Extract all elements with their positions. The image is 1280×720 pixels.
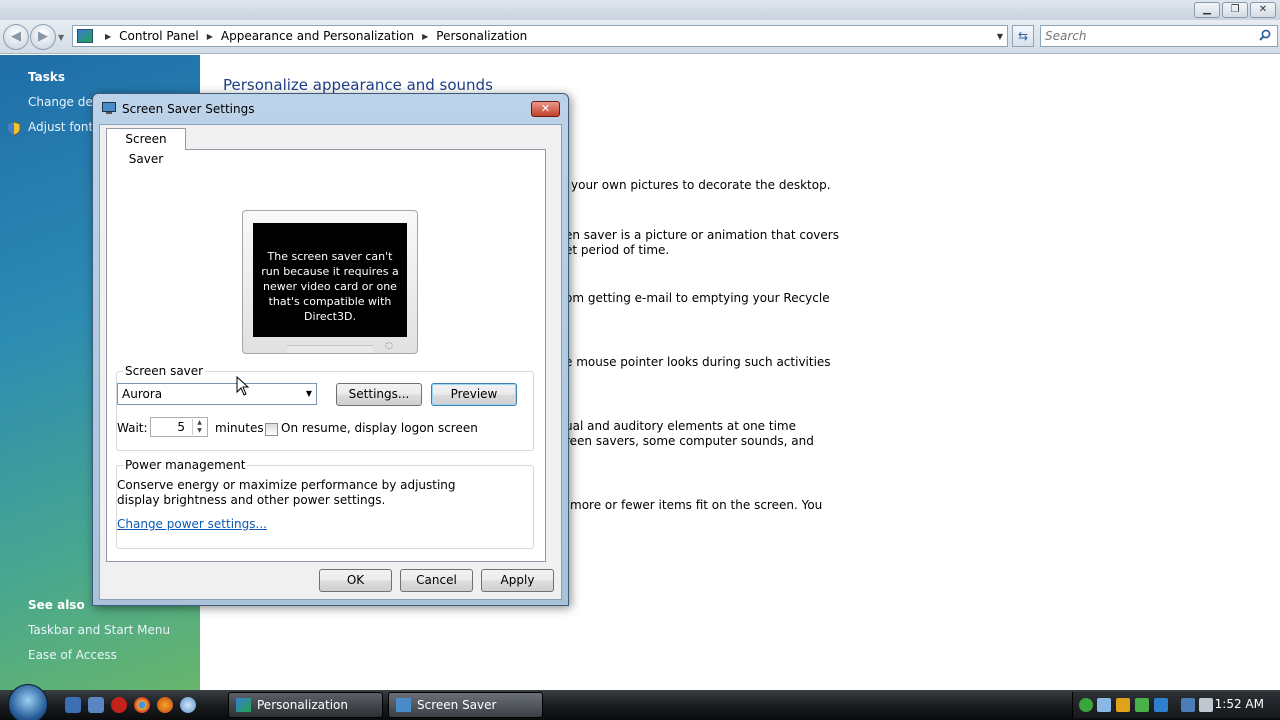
tab-screen-saver[interactable]: Screen Saver bbox=[106, 128, 186, 166]
display-icon bbox=[102, 102, 116, 114]
tray-app-icon[interactable] bbox=[1135, 698, 1149, 712]
dialog-close-button[interactable]: ✕ bbox=[531, 101, 560, 117]
settings-button[interactable]: Settings... bbox=[336, 383, 422, 406]
taskbar-item-label: Screen Saver Settings bbox=[417, 698, 497, 712]
description-line: your own pictures to decorate the deskto… bbox=[571, 178, 831, 192]
start-button[interactable] bbox=[8, 684, 48, 720]
power-icon: ◌ bbox=[385, 341, 393, 351]
description-line: more or fewer items fit on the screen. Y… bbox=[570, 498, 823, 512]
see-also-taskbar-link[interactable]: Taskbar and Start Menu bbox=[28, 623, 170, 637]
monitor-preview: The screen saver can't run because it re… bbox=[242, 210, 418, 354]
clock[interactable]: 1:52 AM bbox=[1215, 697, 1264, 711]
screen-saver-group-label: Screen saver bbox=[123, 364, 206, 378]
taskbar-item-personalization[interactable]: Personalization bbox=[228, 692, 383, 718]
monitor-stand bbox=[287, 345, 373, 353]
chevron-right-icon[interactable]: ▶ bbox=[105, 32, 111, 41]
show-desktop-icon[interactable] bbox=[65, 697, 81, 713]
preview-button[interactable]: Preview bbox=[431, 383, 517, 406]
display-icon bbox=[396, 698, 411, 712]
wait-value[interactable]: 5 bbox=[177, 420, 185, 434]
opera-icon[interactable] bbox=[111, 697, 127, 713]
search-icon[interactable] bbox=[1259, 29, 1271, 41]
breadcrumb-personalization[interactable]: Personalization bbox=[436, 29, 527, 43]
control-panel-icon bbox=[236, 698, 251, 712]
search-box[interactable] bbox=[1040, 25, 1278, 47]
wait-minutes-stepper[interactable]: 5 ▲ ▼ bbox=[150, 417, 208, 437]
notification-area: 1:52 AM bbox=[1072, 692, 1280, 718]
taskbar-item-screen-saver-settings[interactable]: Screen Saver Settings bbox=[388, 692, 543, 718]
power-group-label: Power management bbox=[123, 458, 248, 472]
switch-windows-icon[interactable] bbox=[88, 697, 104, 713]
spin-buttons[interactable]: ▲ ▼ bbox=[192, 419, 206, 435]
control-panel-icon bbox=[77, 29, 93, 43]
back-button[interactable]: ◀ bbox=[3, 24, 29, 50]
volume-icon[interactable] bbox=[1199, 698, 1213, 712]
description-line: e mouse pointer looks during such activi… bbox=[565, 355, 831, 369]
forward-button[interactable]: ▶ bbox=[30, 24, 56, 50]
navigation-bar: ◀ ▶ ▼ ▶ Control Panel ▶ Appearance and P… bbox=[0, 20, 1280, 54]
chevron-right-icon[interactable]: ▶ bbox=[422, 32, 428, 41]
restore-button[interactable]: ❐ bbox=[1222, 2, 1248, 18]
dialog-body: Screen Saver The screen saver can't run … bbox=[99, 124, 562, 600]
description-line: om getting e-mail to emptying your Recyc… bbox=[565, 291, 830, 305]
on-resume-label[interactable]: On resume, display logon screen bbox=[281, 421, 478, 435]
caption-buttons: ▁ ❐ ✕ bbox=[1194, 2, 1276, 18]
address-bar[interactable]: ▶ Control Panel ▶ Appearance and Persona… bbox=[72, 25, 1008, 47]
see-also-ease-of-access-link[interactable]: Ease of Access bbox=[28, 648, 117, 662]
selected-screen-saver: Aurora bbox=[122, 387, 163, 401]
preview-message: The screen saver can't run because it re… bbox=[253, 223, 407, 337]
wait-label: Wait: bbox=[117, 421, 148, 435]
breadcrumb-control-panel[interactable]: Control Panel bbox=[119, 29, 199, 43]
firefox-icon[interactable] bbox=[157, 697, 173, 713]
description-line: en saver is a picture or animation that … bbox=[565, 228, 839, 242]
chrome-icon[interactable] bbox=[134, 697, 150, 713]
taskbar: Personalization Screen Saver Settings 1:… bbox=[0, 684, 1280, 720]
minimize-button[interactable]: ▁ bbox=[1194, 2, 1220, 18]
change-power-settings-link[interactable]: Change power settings... bbox=[117, 517, 267, 531]
chevron-right-icon[interactable]: ▶ bbox=[207, 32, 213, 41]
screen-saver-dialog: Screen Saver Settings ✕ Screen Saver The… bbox=[92, 93, 569, 606]
see-also-heading: See also bbox=[28, 598, 85, 612]
address-dropdown-icon[interactable]: ▼ bbox=[997, 32, 1003, 41]
chevron-down-icon: ▼ bbox=[305, 389, 312, 398]
tab-panel: The screen saver can't run because it re… bbox=[106, 149, 546, 562]
shield-icon bbox=[7, 121, 21, 136]
mouse-cursor-icon bbox=[236, 376, 250, 396]
taskbar-item-label: Personalization bbox=[257, 698, 348, 712]
minutes-label: minutes bbox=[215, 421, 264, 435]
globe-icon[interactable] bbox=[180, 697, 196, 713]
tray-app-icon[interactable] bbox=[1154, 698, 1168, 712]
ok-button[interactable]: OK bbox=[319, 569, 392, 592]
window-titlebar: ▁ ❐ ✕ bbox=[0, 0, 1280, 20]
tray-app-icon[interactable] bbox=[1079, 698, 1093, 712]
screen-saver-select[interactable]: Aurora ▼ bbox=[117, 383, 317, 405]
refresh-button[interactable]: ⇆ bbox=[1012, 25, 1034, 47]
tray-app-icon[interactable] bbox=[1097, 698, 1111, 712]
on-resume-checkbox[interactable] bbox=[265, 423, 278, 436]
description-line: ual and auditory elements at one time bbox=[565, 419, 796, 433]
description-line: reen savers, some computer sounds, and bbox=[565, 434, 814, 448]
breadcrumb: ▶ Control Panel ▶ Appearance and Persona… bbox=[97, 29, 527, 43]
search-input[interactable] bbox=[1045, 28, 1245, 44]
apply-button[interactable]: Apply bbox=[481, 569, 554, 592]
security-shield-icon[interactable] bbox=[1116, 698, 1130, 712]
page-title: Personalize appearance and sounds bbox=[223, 76, 493, 94]
dialog-title: Screen Saver Settings bbox=[122, 102, 255, 116]
tasks-heading: Tasks bbox=[28, 70, 66, 84]
power-description: Conserve energy or maximize performance … bbox=[117, 478, 456, 507]
network-icon[interactable] bbox=[1181, 698, 1195, 712]
close-window-button[interactable]: ✕ bbox=[1250, 2, 1276, 18]
description-line: et period of time. bbox=[565, 243, 670, 257]
cancel-button[interactable]: Cancel bbox=[400, 569, 473, 592]
recent-pages-dropdown[interactable]: ▼ bbox=[58, 33, 64, 42]
breadcrumb-appearance[interactable]: Appearance and Personalization bbox=[221, 29, 414, 43]
